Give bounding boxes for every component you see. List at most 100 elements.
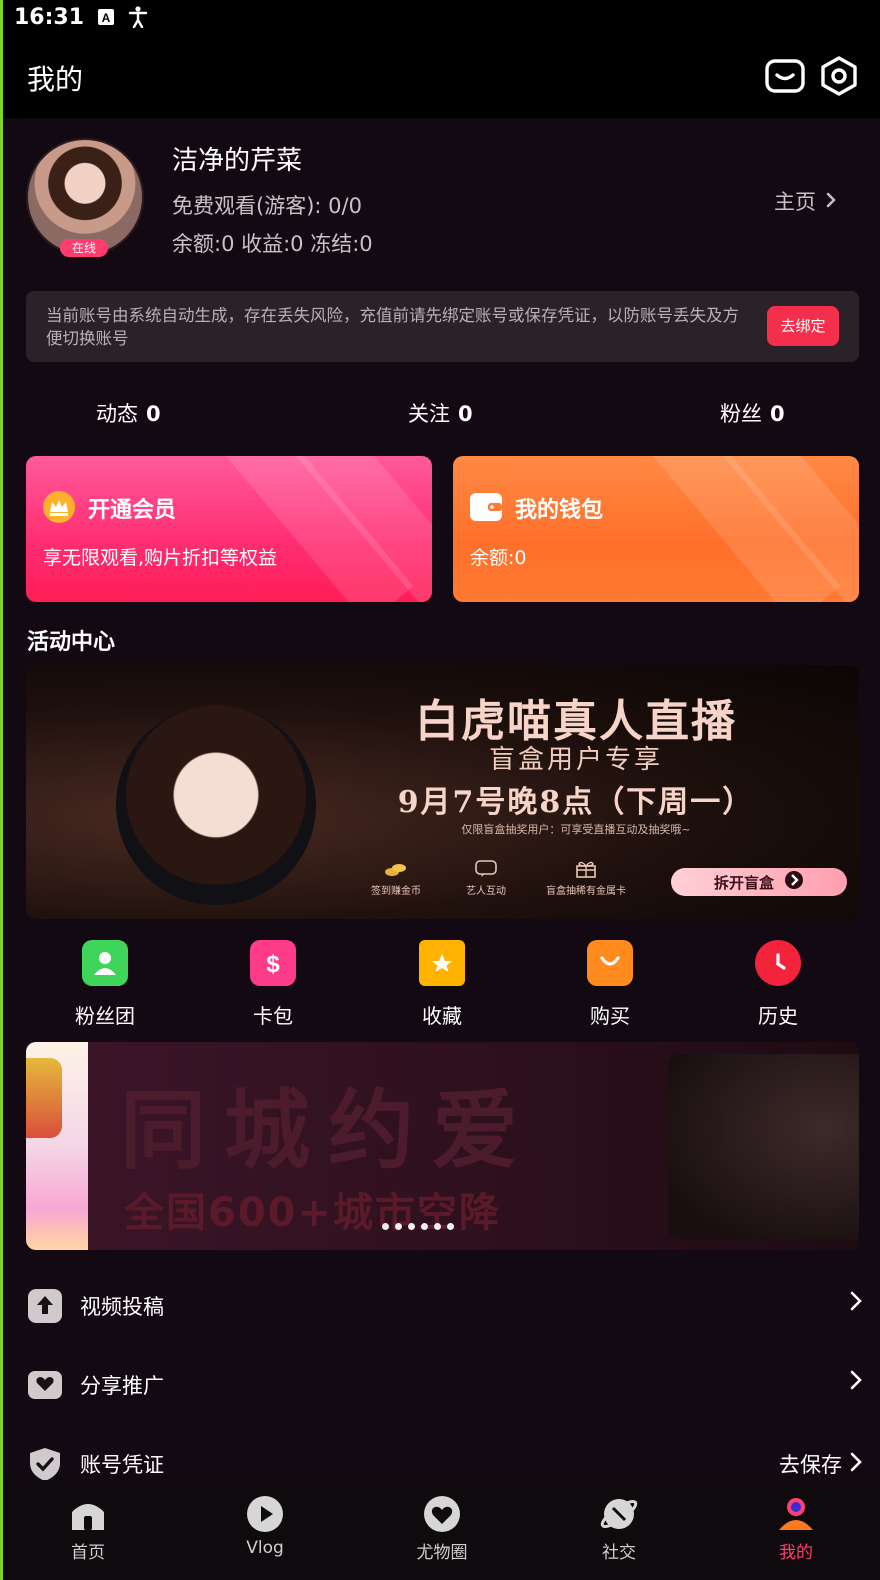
fan-club-icon — [82, 940, 128, 986]
quick-action-history[interactable]: 历史 — [728, 940, 828, 1029]
banner-subtitle: 盲盒用户专享 — [488, 745, 663, 775]
wallet-title: 我的钱包 — [515, 498, 604, 523]
banner-feature: 盲盒抽稀有金属卡 — [531, 860, 641, 897]
menu-label: 账号凭证 — [80, 1453, 164, 1477]
balance-info: 余额:0 收益:0 冻结:0 — [172, 232, 373, 256]
stat-posts[interactable]: 动态 0 — [96, 398, 161, 428]
carousel-slide: 同城约爱 全国600+城市空降 — [88, 1042, 859, 1250]
shopping-bag-icon — [587, 940, 633, 986]
profile-section: 在线 洁净的芹菜 免费观看(游客): 0/0 余额:0 收益:0 冻结:0 主页 — [0, 118, 880, 278]
page-title: 我的 — [27, 63, 84, 96]
vip-title: 开通会员 — [88, 498, 177, 523]
banner-feature-label: 盲盒抽稀有金属卡 — [546, 886, 626, 897]
tab-social[interactable]: 社交 — [574, 1494, 664, 1563]
banner-feature-label: 艺人互动 — [466, 886, 506, 897]
stat-label: 粉丝 — [720, 402, 762, 426]
bottom-tab-bar: 首页 Vlog 尤物圈 社交 我的 — [0, 1480, 880, 1580]
coins-icon — [384, 860, 408, 878]
carousel-indicator[interactable] — [382, 1223, 454, 1230]
peek-graphic — [26, 1058, 62, 1138]
menu-label: 视频投稿 — [80, 1295, 164, 1319]
settings-icon[interactable] — [819, 56, 859, 96]
stat-following[interactable]: 关注 0 — [408, 398, 473, 428]
carousel-dot — [382, 1223, 389, 1230]
tab-label: 社交 — [602, 1543, 636, 1563]
tab-label: 尤物圈 — [416, 1543, 468, 1563]
favorite-icon — [419, 940, 465, 986]
upload-icon — [27, 1288, 63, 1324]
stat-value: 0 — [458, 402, 473, 426]
username: 洁净的芹菜 — [172, 146, 303, 176]
top-bar: 我的 — [0, 34, 880, 118]
banner-feature: 签到赚金币 — [356, 860, 436, 897]
stat-value: 0 — [146, 402, 161, 426]
status-time: 16:31 — [14, 4, 85, 30]
history-clock-icon — [755, 940, 801, 986]
homepage-label: 主页 — [774, 190, 816, 214]
chevron-right-icon — [850, 1452, 862, 1477]
play-icon — [245, 1494, 285, 1534]
svg-text:A: A — [102, 11, 111, 25]
quick-action-label: 购买 — [590, 1004, 630, 1028]
profile-icon — [776, 1494, 816, 1534]
quick-action-label: 卡包 — [253, 1004, 293, 1028]
vip-card[interactable]: 开通会员 享无限观看,购片折扣等权益 — [26, 456, 432, 602]
tab-label: Vlog — [246, 1538, 284, 1558]
open-blind-box-button[interactable]: 拆开盲盒 — [671, 868, 847, 896]
online-badge: 在线 — [60, 239, 108, 257]
stat-fans[interactable]: 粉丝 0 — [720, 398, 785, 428]
notice-text: 当前账号由系统自动生成，存在丢失风险，充值前请先绑定账号或保存凭证，以防账号丢失… — [46, 306, 739, 348]
carousel-dot — [395, 1223, 402, 1230]
carousel-prev-peek — [26, 1042, 88, 1250]
promo-carousel[interactable]: 同城约爱 全国600+城市空降 — [26, 1042, 859, 1250]
menu-right-text: 去保存 — [779, 1453, 842, 1477]
menu-video-upload[interactable]: 视频投稿 — [0, 1276, 880, 1336]
quick-action-purchase[interactable]: 购买 — [560, 940, 660, 1029]
quick-action-fan-club[interactable]: 粉丝团 — [55, 940, 155, 1029]
banner-feature: 艺人互动 — [446, 860, 526, 897]
svg-text:$: $ — [266, 951, 280, 978]
status-bar: 16:31 A — [0, 0, 880, 34]
share-icon — [27, 1367, 63, 1403]
wallet-card[interactable]: 我的钱包 余额:0 — [453, 456, 859, 602]
quick-action-label: 粉丝团 — [75, 1004, 135, 1028]
tab-vlog[interactable]: Vlog — [220, 1494, 310, 1558]
screen: 16:31 A 我的 在线 洁净的芹菜 免费观看(游客): 0/0 余额:0 收… — [0, 0, 880, 1580]
vip-subtitle: 享无限观看,购片折扣等权益 — [43, 547, 278, 569]
banner-photo — [116, 705, 316, 905]
live-event-banner[interactable]: 白虎喵真人直播 盲盒用户专享 9月7号晚8点（下周一） 仅限盲盒抽奖用户：可享受… — [26, 665, 859, 919]
stat-label: 动态 — [96, 402, 138, 426]
message-icon[interactable] — [765, 56, 805, 96]
carousel-dot — [434, 1223, 441, 1230]
arrow-circle-icon — [784, 870, 804, 894]
carousel-dot — [447, 1223, 454, 1230]
chevron-right-icon — [850, 1370, 862, 1395]
activity-section-title: 活动中心 — [27, 630, 116, 655]
banner-date: 9月7号晚8点（下周一） — [397, 785, 755, 820]
quick-action-favorites[interactable]: 收藏 — [392, 940, 492, 1029]
carousel-dot — [421, 1223, 428, 1230]
homepage-link[interactable]: 主页 — [774, 186, 836, 216]
tab-mine[interactable]: 我的 — [751, 1494, 841, 1563]
menu-label: 分享推广 — [80, 1374, 164, 1398]
gift-icon — [574, 860, 598, 878]
quick-action-card-wallet[interactable]: $ 卡包 — [223, 940, 323, 1029]
tab-label: 我的 — [779, 1543, 813, 1563]
bind-account-button[interactable]: 去绑定 — [767, 306, 839, 346]
planet-icon — [599, 1494, 639, 1534]
carousel-title: 同城约爱 — [120, 1080, 536, 1181]
chevron-right-icon — [850, 1291, 862, 1316]
quick-action-label: 历史 — [758, 1004, 798, 1028]
banner-note: 仅限盲盒抽奖用户：可享受直播互动及抽奖哦~ — [461, 823, 691, 836]
quick-action-label: 收藏 — [422, 1004, 462, 1028]
home-icon — [68, 1494, 108, 1534]
menu-right — [850, 1291, 862, 1316]
chevron-right-icon — [826, 189, 836, 213]
tab-circle[interactable]: 尤物圈 — [397, 1494, 487, 1563]
accessibility-icon — [128, 6, 148, 28]
window-edge — [0, 0, 3, 1580]
banner-feature-label: 签到赚金币 — [371, 886, 421, 897]
quick-actions: 粉丝团 $ 卡包 收藏 购买 历史 — [0, 940, 880, 1030]
menu-share-promotion[interactable]: 分享推广 — [0, 1355, 880, 1415]
tab-home[interactable]: 首页 — [43, 1494, 133, 1563]
